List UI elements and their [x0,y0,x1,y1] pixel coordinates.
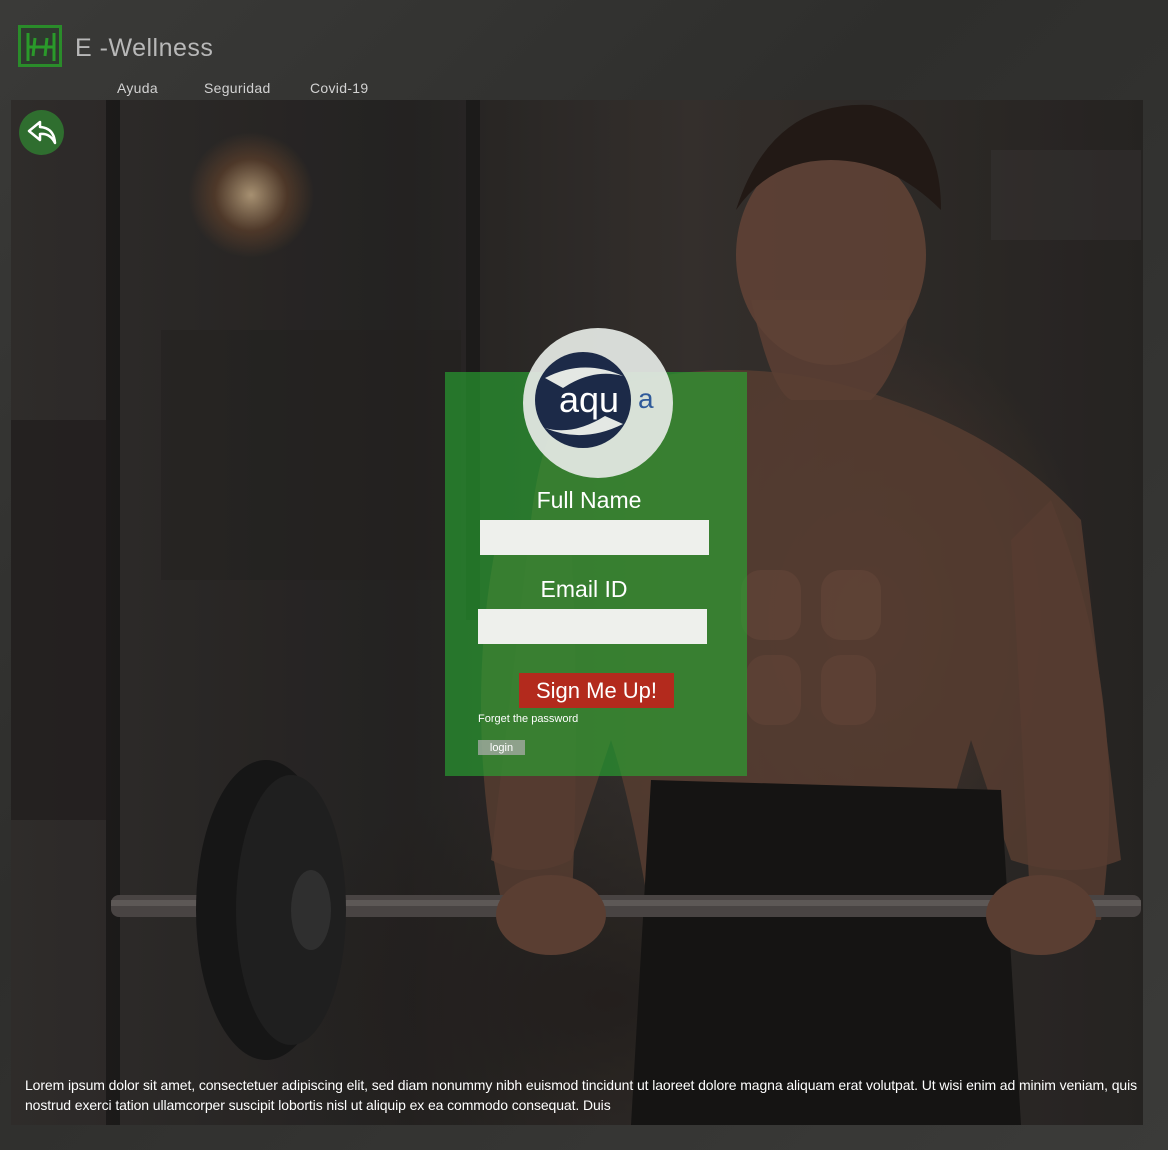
aqua-logo-suffix: a [638,383,654,414]
email-label: Email ID [540,576,628,602]
nav-item-seguridad[interactable]: Seguridad [204,80,271,96]
brand-name: E -Wellness [75,34,214,62]
aqua-logo-mark: aqu a [535,352,654,448]
sign-up-button[interactable]: Sign Me Up! [519,673,674,708]
nav-item-covid[interactable]: Covid-19 [310,80,368,96]
full-name-input[interactable] [480,520,709,555]
footer-paragraph: Lorem ipsum dolor sit amet, consectetuer… [25,1077,1137,1113]
back-button[interactable] [19,110,64,155]
full-name-label: Full Name [536,487,642,513]
forget-password-link[interactable]: Forget the password [478,713,578,725]
aqua-logo-text: aqu [559,379,619,420]
email-input[interactable] [478,609,707,644]
login-button[interactable]: login [478,740,525,755]
reply-arrow-icon [27,120,57,145]
nav-item-ayuda[interactable]: Ayuda [117,80,158,96]
dumbbell-icon [26,33,56,61]
brand-logo[interactable] [18,25,62,67]
aqua-logo: aqu a [523,328,673,478]
